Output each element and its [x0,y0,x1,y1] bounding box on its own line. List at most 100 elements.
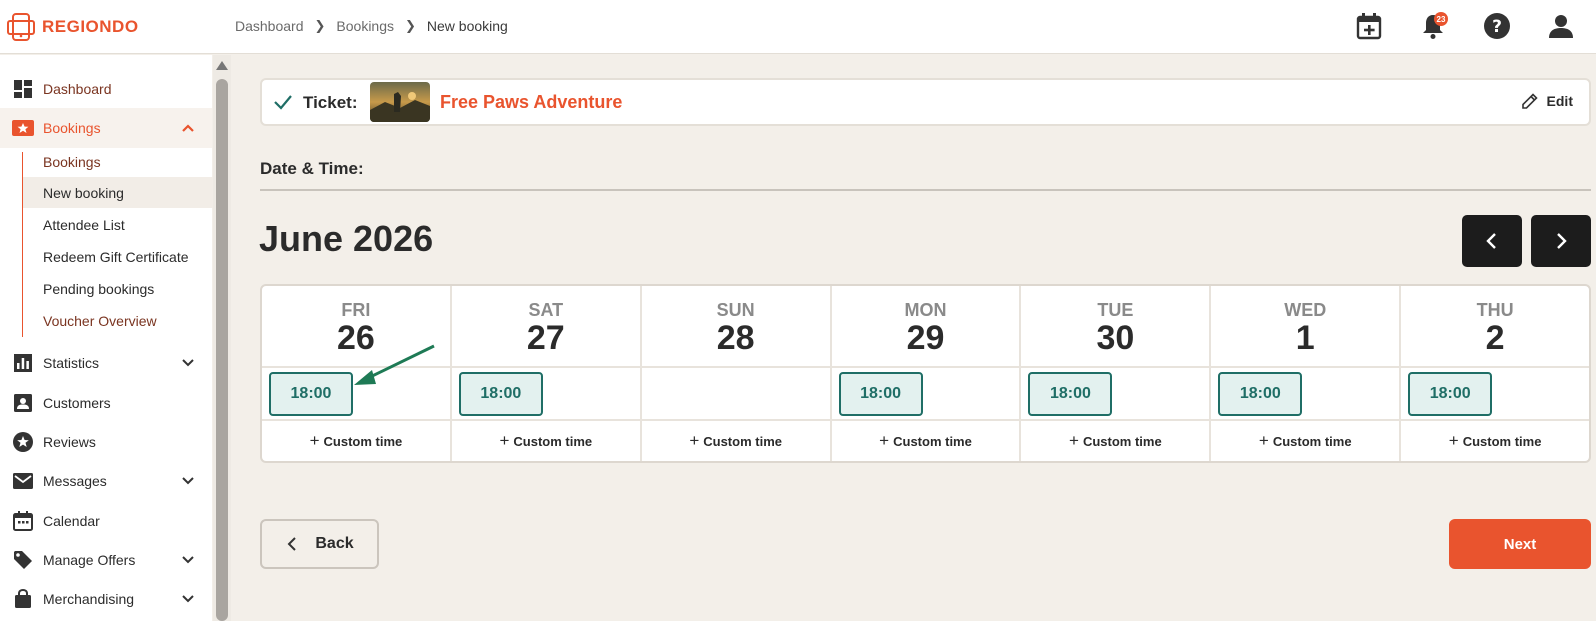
calendar-add-icon[interactable] [1354,11,1384,41]
slot-row: 18:00 [1211,368,1400,421]
calendar-icon [12,510,34,532]
slot-row: 18:00 [831,368,1020,421]
plus-icon: + [879,431,890,450]
chevron-up-icon[interactable] [180,120,196,136]
custom-time-button[interactable]: + Custom time [452,421,640,461]
chevron-right-icon [1557,233,1567,249]
time-slot-button[interactable]: 18:00 [1408,372,1493,416]
day-number: 2 [1485,319,1505,357]
custom-time-button[interactable]: + Custom time [832,421,1020,461]
chevron-down-icon[interactable] [180,473,196,489]
custom-time-button[interactable]: + Custom time [1401,421,1589,461]
day-number: 29 [906,319,945,357]
ticket-thumbnail [370,82,430,122]
scroll-up-arrow-icon[interactable] [216,61,228,70]
back-button[interactable]: Back [260,519,379,569]
dashboard-icon [12,78,34,100]
custom-time-label: Custom time [1272,433,1352,449]
sidebar-item-label: Merchandising [43,591,135,607]
sidebar-item-label: Dashboard [43,81,112,97]
chevron-left-icon [1486,233,1496,249]
slot-row: 18:00 [451,368,640,421]
sidebar-item-statistics[interactable]: Statistics [0,343,212,383]
chevron-down-icon[interactable] [180,355,196,371]
week-calendar: FRI 26 18:00 + Custom time SAT 27 18:00 … [260,284,1591,463]
sidebar-item-calendar[interactable]: Calendar [0,501,212,541]
custom-time-button[interactable]: + Custom time [262,421,450,461]
svg-text:?: ? [1492,17,1502,37]
sidebar-item-label: Statistics [43,355,100,371]
weekday-label: SAT [528,300,564,320]
next-button[interactable]: Next [1449,519,1591,569]
divider [260,189,1591,191]
date-time-heading: Date & Time: [260,159,364,178]
chevron-left-icon [287,537,297,551]
submenu-voucher-overview[interactable]: Voucher Overview [23,305,213,336]
slot-row: 18:00 [1021,368,1210,421]
day-column-tue: TUE 30 18:00 + Custom time [1021,286,1212,461]
sidebar-item-reviews[interactable]: Reviews [0,422,212,462]
day-header: MON 29 [831,286,1020,368]
scrollbar-thumb[interactable] [216,79,228,621]
day-number: 28 [716,319,755,357]
submenu-attendee-list[interactable]: Attendee List [23,209,213,240]
plus-icon: + [499,431,510,450]
day-header: THU 2 [1401,286,1590,368]
submenu-redeem-gift-certificate[interactable]: Redeem Gift Certificate [23,241,213,272]
edit-ticket-button[interactable]: Edit [1521,92,1573,110]
top-bar: REGIONDO Dashboard ❯ Bookings ❯ New book… [0,0,1596,54]
submenu-bookings[interactable]: Bookings [23,146,213,177]
custom-time-label: Custom time [323,433,403,449]
sidebar-item-label: Manage Offers [43,552,136,568]
breadcrumb-bookings[interactable]: Bookings [336,18,394,34]
help-icon[interactable]: ? [1482,11,1512,41]
sidebar-item-manage-offers[interactable]: Manage Offers [0,540,212,580]
custom-time-button[interactable]: + Custom time [1211,421,1399,461]
chevron-right-icon: ❯ [405,18,416,33]
chevron-down-icon[interactable] [180,591,196,607]
slot-row: 18:00 [1401,368,1590,421]
ticket-summary-card: Ticket: Free Paws Adventure Edit [260,78,1591,126]
sidebar-item-bookings[interactable]: Bookings [0,108,212,148]
time-slot-button[interactable]: 18:00 [458,372,543,416]
chevron-down-icon[interactable] [180,552,196,568]
plus-icon: + [309,431,320,450]
day-number: 27 [526,319,565,357]
sidebar-item-customers[interactable]: Customers [0,383,212,423]
chevron-right-icon: ❯ [314,18,326,33]
ticket-label: Ticket: [303,93,358,112]
bell-icon[interactable]: 23 [1418,11,1448,41]
previous-week-button[interactable] [1462,215,1522,267]
plus-icon: + [689,431,700,450]
custom-time-button[interactable]: + Custom time [642,421,830,461]
weekday-label: MON [904,300,947,320]
time-slot-button[interactable]: 18:00 [1028,372,1113,416]
sidebar-scrollbar[interactable] [213,55,231,621]
submenu-new-booking[interactable]: New booking [23,177,213,208]
pencil-icon [1521,93,1538,109]
regiondo-logo[interactable]: REGIONDO [6,12,139,42]
sidebar-item-dashboard[interactable]: Dashboard [0,69,212,109]
next-week-button[interactable] [1531,215,1591,267]
user-icon[interactable] [1546,11,1576,41]
day-header: TUE 30 [1021,286,1210,368]
custom-time-label: Custom time [1462,433,1542,449]
weekday-label: SUN [716,300,755,320]
submenu-pending-bookings[interactable]: Pending bookings [23,273,213,304]
ticket-name: Free Paws Adventure [440,92,623,112]
shopping-bag-icon [12,588,34,610]
sidebar-item-messages[interactable]: Messages [0,461,212,501]
mail-icon [12,470,34,492]
custom-time-button[interactable]: + Custom time [1021,421,1209,461]
day-column-thu: THU 2 18:00 + Custom time [1401,286,1590,461]
day-header: WED 1 [1211,286,1400,368]
time-slot-button[interactable]: 18:00 [269,372,353,416]
check-icon [274,95,292,110]
breadcrumb-dashboard[interactable]: Dashboard [235,18,304,34]
sidebar-item-merchandising[interactable]: Merchandising [0,579,212,619]
bookings-submenu: Bookings New booking Attendee List Redee… [22,152,213,337]
time-slot-button[interactable]: 18:00 [838,372,923,416]
back-label: Back [315,535,354,552]
breadcrumb-new-booking: New booking [426,18,508,34]
time-slot-button[interactable]: 18:00 [1218,372,1303,416]
